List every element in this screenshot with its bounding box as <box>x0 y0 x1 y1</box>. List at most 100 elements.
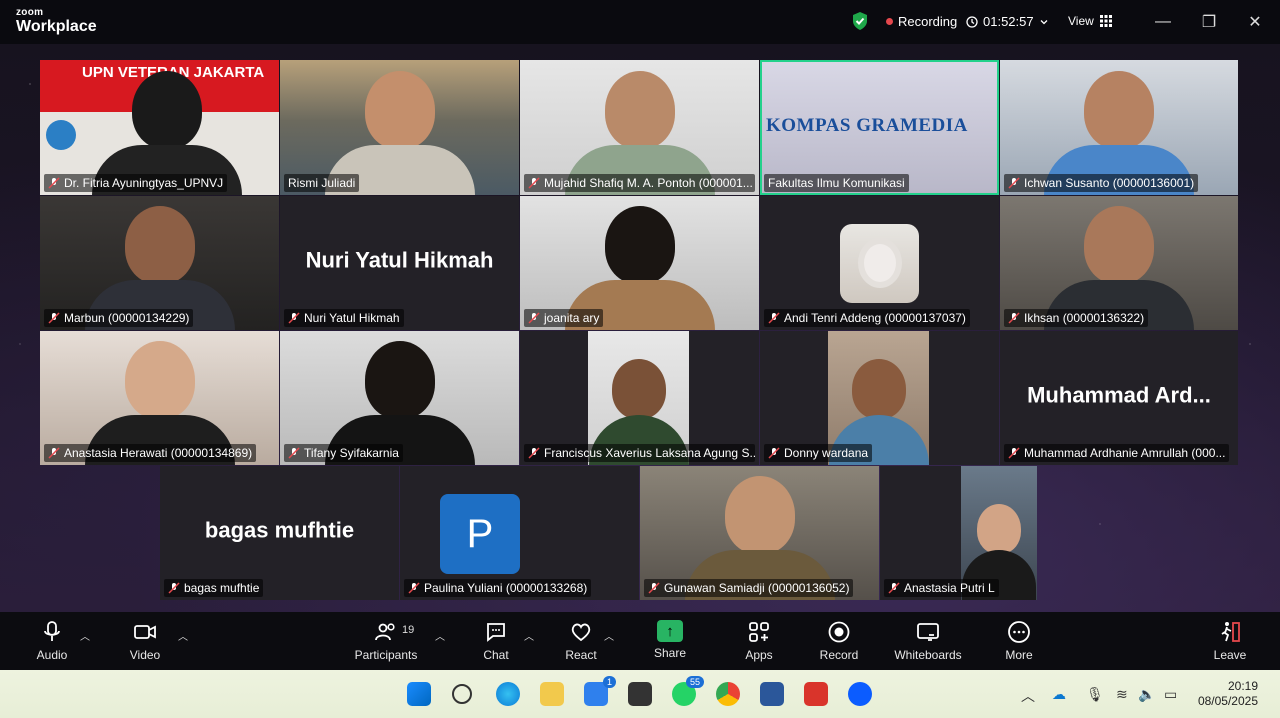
volume-icon[interactable]: 🔈 <box>1138 686 1155 703</box>
participant-name: Franciscus Xaverius Laksana Agung S... <box>524 444 755 462</box>
participants-options-caret-icon[interactable]: ︿ <box>435 628 445 643</box>
video-tile[interactable]: Ichwan Susanto (00000136001) <box>1000 60 1238 195</box>
shield-icon[interactable] <box>851 11 869 31</box>
edge-icon[interactable] <box>496 682 520 706</box>
zoom-logo: zoom Workplace <box>16 8 97 35</box>
microphone-icon <box>44 621 60 641</box>
participant-name-label: Franciscus Xaverius Laksana Agung S... <box>544 446 755 460</box>
react-options-caret-icon[interactable]: ︿ <box>604 628 614 643</box>
participant-name-label: Nuri Yatul Hikmah <box>304 311 400 325</box>
wifi-icon[interactable]: ≋ <box>1116 686 1128 703</box>
participant-name: Paulina Yuliani (00000133268) <box>404 579 592 597</box>
chevron-down-icon <box>1040 19 1048 24</box>
participant-name-label: Mujahid Shafiq M. A. Pontoh (000001... <box>544 176 753 190</box>
sticky-notes-icon[interactable] <box>628 682 652 706</box>
participant-name-label: Anastasia Herawati (00000134869) <box>64 446 253 460</box>
video-tile[interactable]: Franciscus Xaverius Laksana Agung S... <box>520 331 759 465</box>
meeting-toolbar: Audio ︿ Video ︿ Participants 19 ︿ Chat ︿… <box>0 612 1280 670</box>
todo-icon[interactable]: 1 <box>584 676 616 706</box>
participant-name-label: Marbun (00000134229) <box>64 311 190 325</box>
record-button[interactable]: Record <box>799 620 879 662</box>
clock-time: 20:19 <box>1227 679 1258 693</box>
video-label: Video <box>129 648 161 662</box>
participant-name: Ichwan Susanto (00000136001) <box>1004 174 1199 192</box>
video-tile-active-speaker[interactable]: KOMPAS GRAMEDIA Fakultas Ilmu Komunikasi <box>760 60 999 195</box>
file-explorer-icon[interactable] <box>540 682 564 706</box>
video-tile[interactable]: Donny wardana <box>760 331 999 465</box>
mic-muted-icon <box>1008 177 1020 189</box>
tray-microphone-icon[interactable]: 🎙 <box>1086 686 1104 703</box>
video-tile[interactable]: Gunawan Samiadji (00000136052) <box>640 466 879 600</box>
chat-options-caret-icon[interactable]: ︿ <box>524 628 534 643</box>
video-options-caret-icon[interactable]: ︿ <box>178 628 188 643</box>
participant-name: Gunawan Samiadji (00000136052) <box>644 579 854 597</box>
participant-name: Mujahid Shafiq M. A. Pontoh (000001... <box>524 174 755 192</box>
video-tile[interactable]: Tifany Syifakarnia <box>280 331 519 465</box>
video-tile[interactable]: joanita ary <box>520 196 759 330</box>
participant-name-label: Ikhsan (00000136322) <box>1024 311 1145 325</box>
participant-name: joanita ary <box>524 309 604 327</box>
mic-muted-icon <box>768 447 780 459</box>
video-tile[interactable]: Anastasia Putri L <box>880 466 1037 600</box>
video-tile[interactable]: bagas mufhtie bagas mufhtie <box>160 466 399 600</box>
leave-button[interactable]: Leave <box>1190 620 1270 662</box>
zoom-taskbar-icon[interactable] <box>848 682 872 706</box>
audio-options-caret-icon[interactable]: ︿ <box>80 628 90 643</box>
participant-name: Fakultas Ilmu Komunikasi <box>764 174 909 192</box>
acrobat-icon[interactable] <box>804 682 828 706</box>
participant-name-label: Anastasia Putri L <box>904 581 995 595</box>
leave-icon <box>1221 622 1240 642</box>
video-gallery: UPN VETERAN JAKARTA Dr. Fitria Ayuningty… <box>0 44 1280 612</box>
word-icon[interactable] <box>760 682 784 706</box>
maximize-button[interactable]: ❐ <box>1197 10 1221 34</box>
meeting-timer[interactable]: 01:52:57 <box>966 14 1049 29</box>
tray-overflow-icon[interactable]: ︿ <box>1021 686 1035 706</box>
participant-name: Ikhsan (00000136322) <box>1004 309 1149 327</box>
close-button[interactable]: ✕ <box>1243 10 1267 34</box>
video-tile[interactable]: UPN VETERAN JAKARTA Dr. Fitria Ayuningty… <box>40 60 279 195</box>
whiteboards-button[interactable]: Whiteboards <box>888 620 968 662</box>
more-label: More <box>1005 648 1033 662</box>
mic-muted-icon <box>1008 312 1020 324</box>
participant-name-label: Dr. Fitria Ayuningtyas_UPNVJ <box>64 176 224 190</box>
video-tile[interactable]: P Paulina Yuliani (00000133268) <box>400 466 639 600</box>
video-tile[interactable]: Rismi Juliadi <box>280 60 519 195</box>
battery-icon[interactable]: ▭ <box>1164 686 1177 703</box>
participant-avatar: P <box>440 494 520 574</box>
minimize-button[interactable]: — <box>1151 10 1175 34</box>
share-button[interactable]: ↑ Share <box>630 620 710 660</box>
video-button[interactable]: Video <box>105 620 185 662</box>
record-icon <box>828 621 850 643</box>
apps-button[interactable]: Apps <box>719 620 799 662</box>
participant-name-label: joanita ary <box>544 311 600 325</box>
timer-value: 01:52:57 <box>983 14 1034 29</box>
video-tile[interactable]: Muhammad Ard... Muhammad Ardhanie Amrull… <box>1000 331 1238 465</box>
search-icon[interactable] <box>452 684 472 704</box>
video-camera-icon <box>134 625 156 639</box>
mic-muted-icon <box>48 312 60 324</box>
video-tile[interactable]: Anastasia Herawati (00000134869) <box>40 331 279 465</box>
chat-icon <box>487 623 505 642</box>
audio-label: Audio <box>36 648 68 662</box>
mic-muted-icon <box>288 447 300 459</box>
chrome-icon[interactable] <box>716 682 740 706</box>
participant-name-label: Fakultas Ilmu Komunikasi <box>768 176 905 190</box>
video-tile[interactable]: Nuri Yatul Hikmah Nuri Yatul Hikmah <box>280 196 519 330</box>
whatsapp-icon[interactable]: 55 <box>672 676 704 706</box>
view-button[interactable]: View <box>1068 14 1112 28</box>
mic-muted-icon <box>648 582 660 594</box>
participant-name: Donny wardana <box>764 444 873 462</box>
participant-name: bagas mufhtie <box>164 579 264 597</box>
more-button[interactable]: More <box>979 620 1059 662</box>
mic-muted-icon <box>528 312 540 324</box>
onedrive-icon[interactable]: ☁ <box>1052 686 1066 703</box>
video-tile[interactable]: Mujahid Shafiq M. A. Pontoh (000001... <box>520 60 759 195</box>
video-tile[interactable]: Marbun (00000134229) <box>40 196 279 330</box>
video-tile[interactable]: Andi Tenri Addeng (00000137037) <box>760 196 999 330</box>
logo-zoom: zoom <box>16 7 44 18</box>
taskbar-clock[interactable]: 20:19 08/05/2025 <box>1196 679 1258 709</box>
mic-muted-icon <box>168 582 180 594</box>
start-icon[interactable] <box>407 682 431 706</box>
recording-indicator[interactable]: Recording <box>886 14 957 29</box>
video-tile[interactable]: Ikhsan (00000136322) <box>1000 196 1238 330</box>
